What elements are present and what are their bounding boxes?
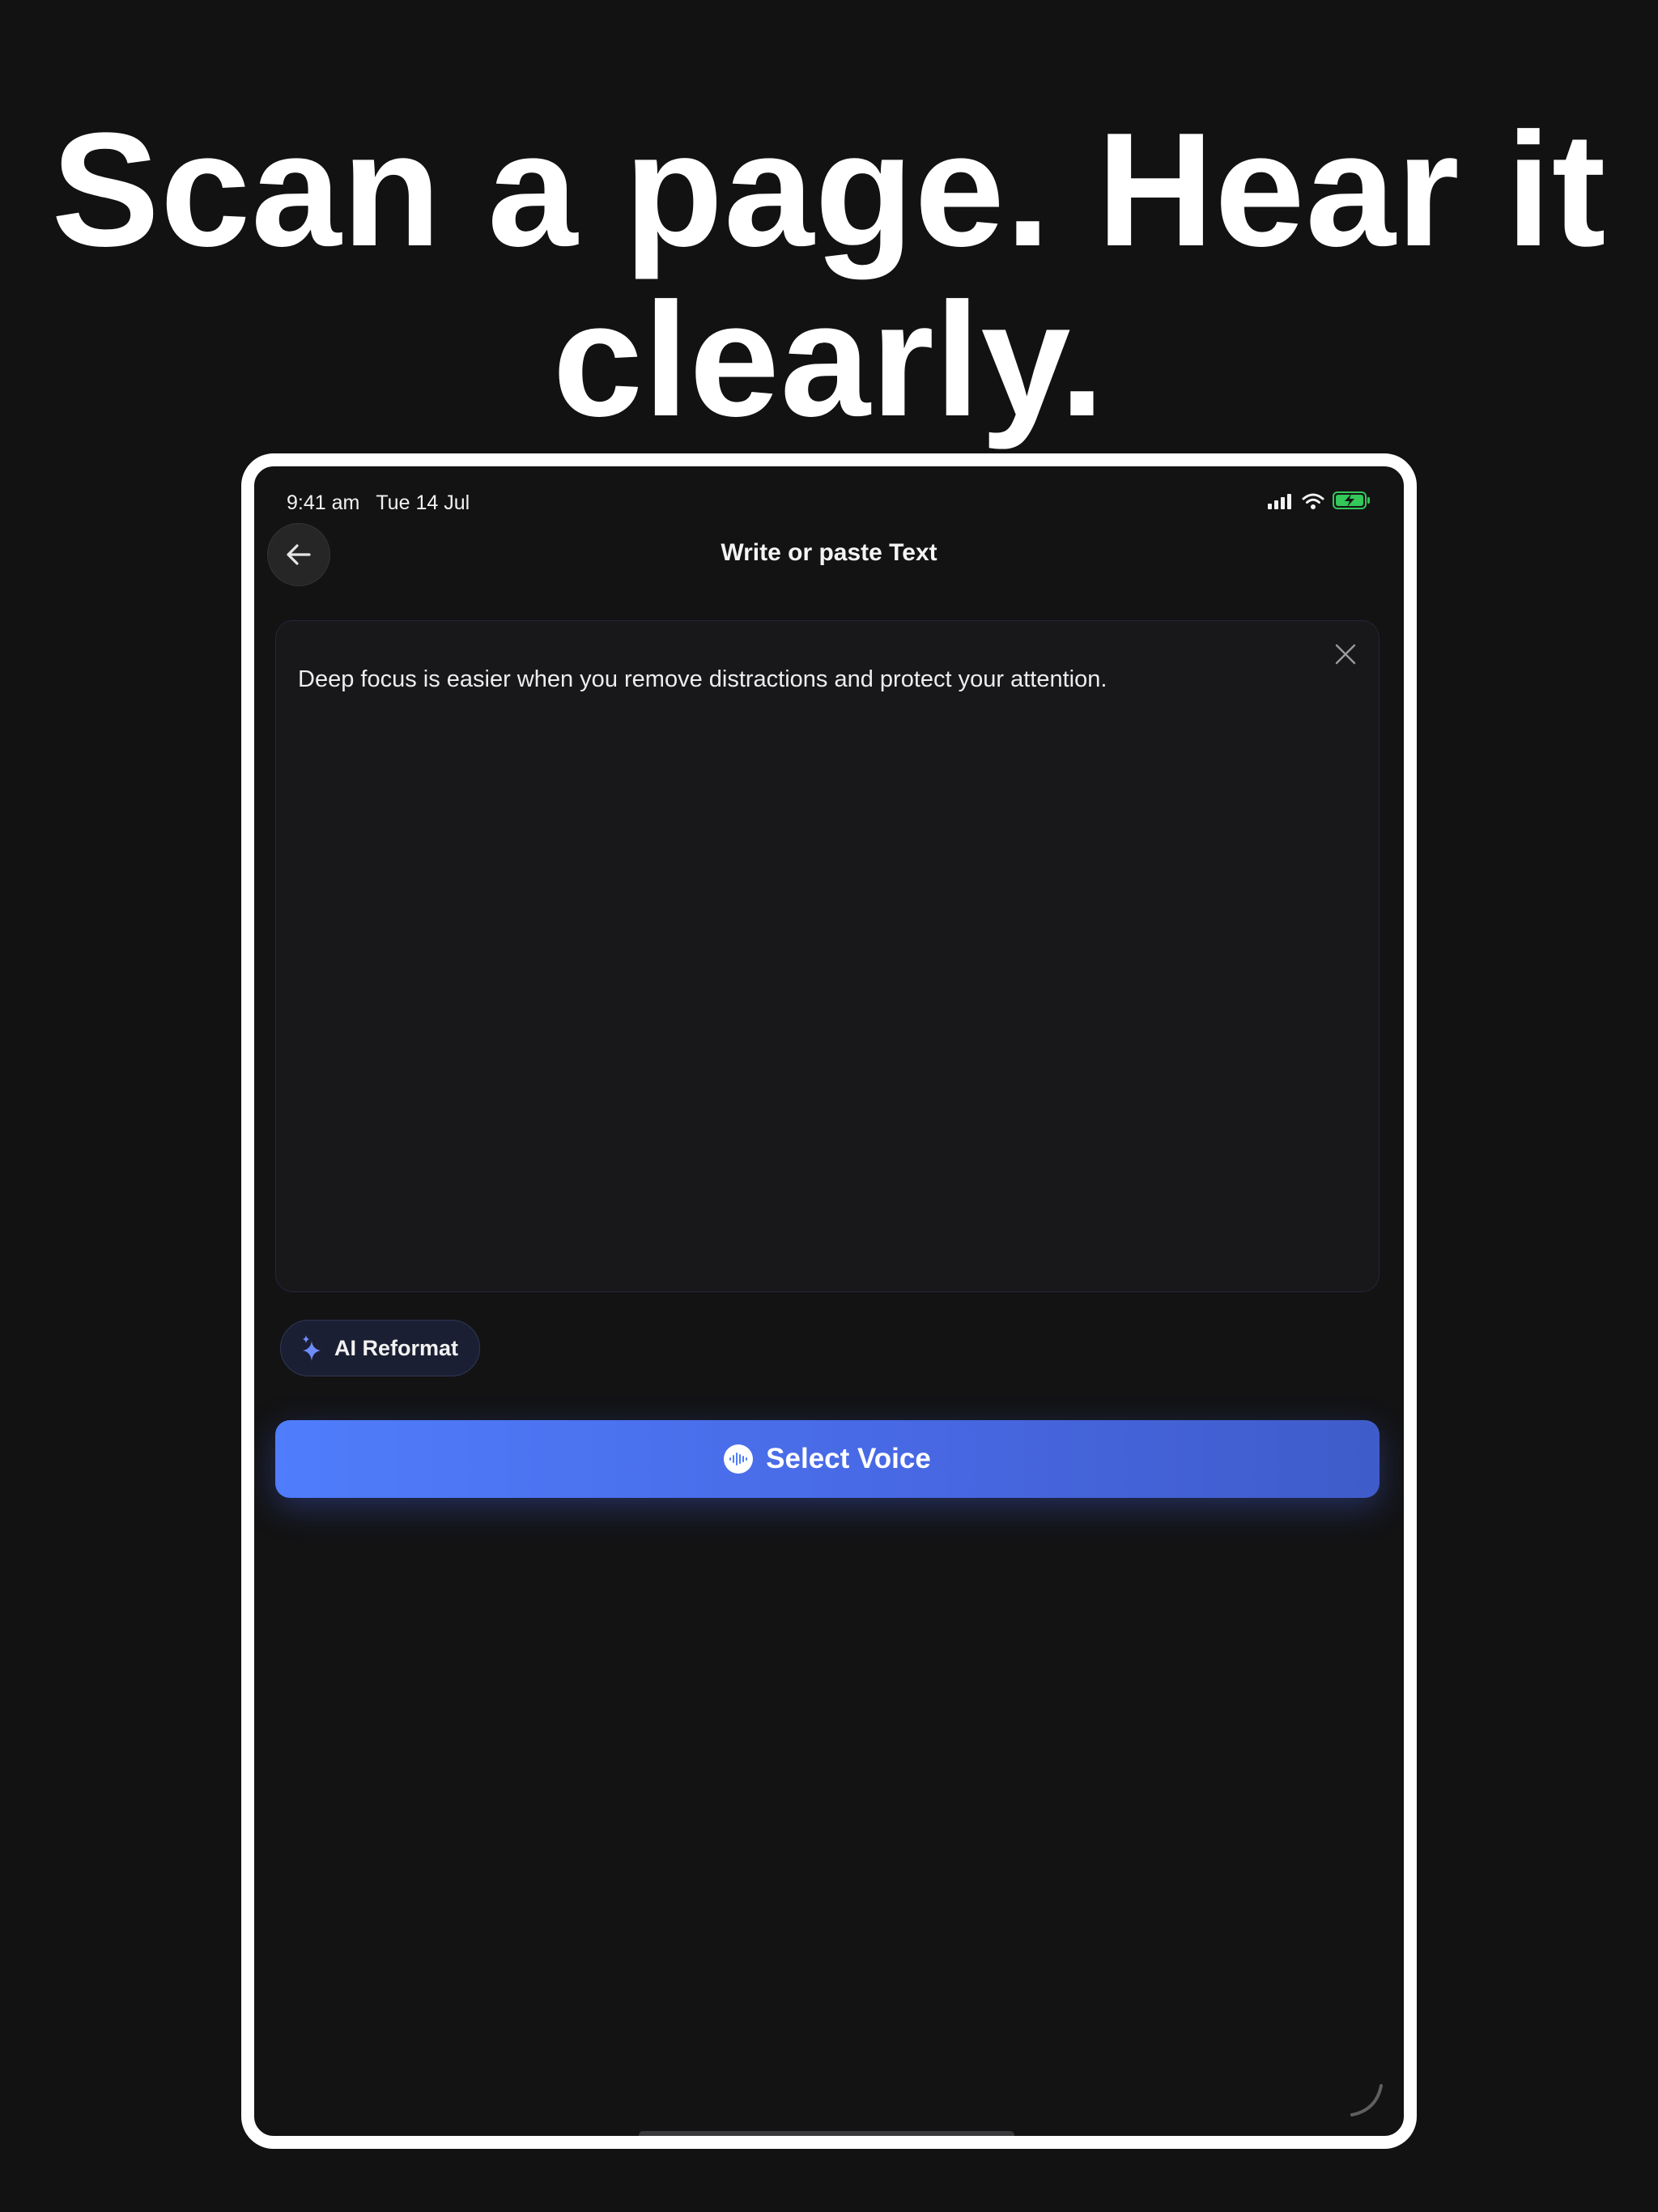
editor-text[interactable]: Deep focus is easier when you remove dis… — [298, 663, 1306, 696]
status-date: Tue 14 Jul — [376, 491, 470, 514]
home-indicator[interactable] — [639, 2131, 1014, 2136]
select-voice-button[interactable]: Select Voice — [275, 1420, 1380, 1498]
status-icons — [1268, 491, 1371, 515]
wifi-icon — [1302, 491, 1324, 515]
app-screen: 9:41 am Tue 14 Jul Write or paste Text D… — [254, 466, 1404, 2136]
ai-reformat-button[interactable]: AI Reformat — [280, 1320, 481, 1376]
waveform-icon — [724, 1444, 754, 1474]
headline-line-1: Scan a page. Hear it — [51, 100, 1607, 280]
ai-reformat-label: AI Reformat — [334, 1335, 459, 1360]
text-editor[interactable]: Deep focus is easier when you remove dis… — [275, 620, 1380, 1292]
select-voice-label: Select Voice — [766, 1443, 931, 1474]
status-bar: 9:41 am Tue 14 Jul — [287, 491, 1371, 515]
corner-resize-icon — [1350, 2084, 1383, 2116]
tablet-frame: 9:41 am Tue 14 Jul Write or paste Text D… — [241, 453, 1417, 2149]
battery-charging-icon — [1333, 491, 1371, 515]
status-time: 9:41 am — [287, 491, 360, 514]
close-icon — [1335, 644, 1356, 665]
clear-text-button[interactable] — [1329, 637, 1363, 671]
page-title: Write or paste Text — [721, 539, 937, 566]
status-time-date: 9:41 am Tue 14 Jul — [287, 491, 470, 515]
cellular-signal-icon — [1268, 491, 1294, 515]
headline-line-2: clearly. — [552, 270, 1106, 450]
sparkle-icon — [303, 1335, 321, 1361]
marketing-headline: Scan a page. Hear it clearly. — [0, 105, 1658, 445]
